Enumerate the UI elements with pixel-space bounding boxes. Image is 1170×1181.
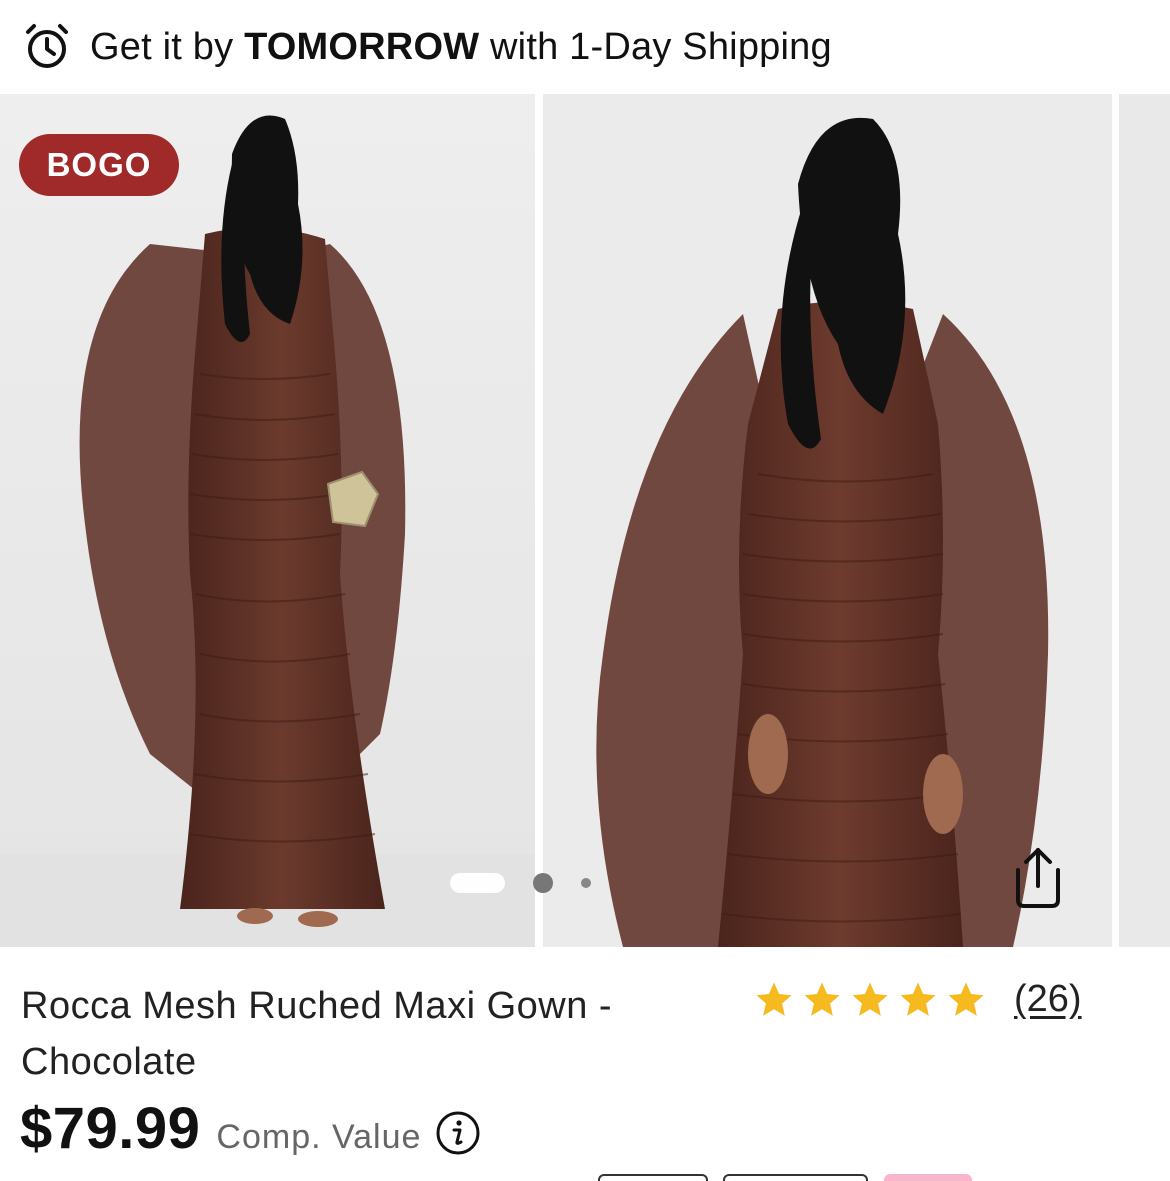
gallery-pagination[interactable] [450,872,591,894]
pagination-dot-active[interactable] [450,873,505,893]
shipping-emphasis: TOMORROW [244,25,480,68]
pagination-dot[interactable] [581,878,591,888]
price-row: $79.99 Comp. Value [20,1095,481,1162]
rating-stars [752,979,992,1021]
product-rating[interactable]: (26) [752,978,1082,1021]
product-image-2[interactable] [543,94,1112,947]
star-icon [852,982,888,1016]
option-chips-peek[interactable] [0,1172,1170,1181]
product-title: Rocca Mesh Ruched Maxi Gown - Chocolate [21,985,613,1083]
review-count-link[interactable]: (26) [1014,978,1082,1021]
star-icon [900,982,936,1016]
alarm-clock-icon [26,24,68,68]
product-image-gallery[interactable]: BOGO [0,94,1170,947]
star-icon [948,982,984,1016]
option-chip-selected[interactable] [884,1174,972,1181]
shipping-message: Get it by TOMORROW with 1-Day Shipping [90,25,832,68]
star-icon [756,982,792,1016]
model-photo-closeup [543,94,1112,947]
share-upload-icon[interactable] [1000,842,1076,918]
pagination-dot[interactable] [533,873,553,893]
bogo-badge: BOGO [19,134,179,196]
product-price: $79.99 [20,1096,201,1161]
product-image-3-peek[interactable] [1119,94,1170,947]
comp-value-label: Comp. Value [216,1118,422,1156]
option-chip[interactable] [723,1174,868,1181]
shipping-banner: Get it by TOMORROW with 1-Day Shipping [0,0,1170,94]
star-icon [804,982,840,1016]
info-icon[interactable] [435,1110,481,1156]
model-photo-full-length [0,94,535,947]
product-image-1[interactable]: BOGO [0,94,535,947]
option-chip[interactable] [598,1174,708,1181]
